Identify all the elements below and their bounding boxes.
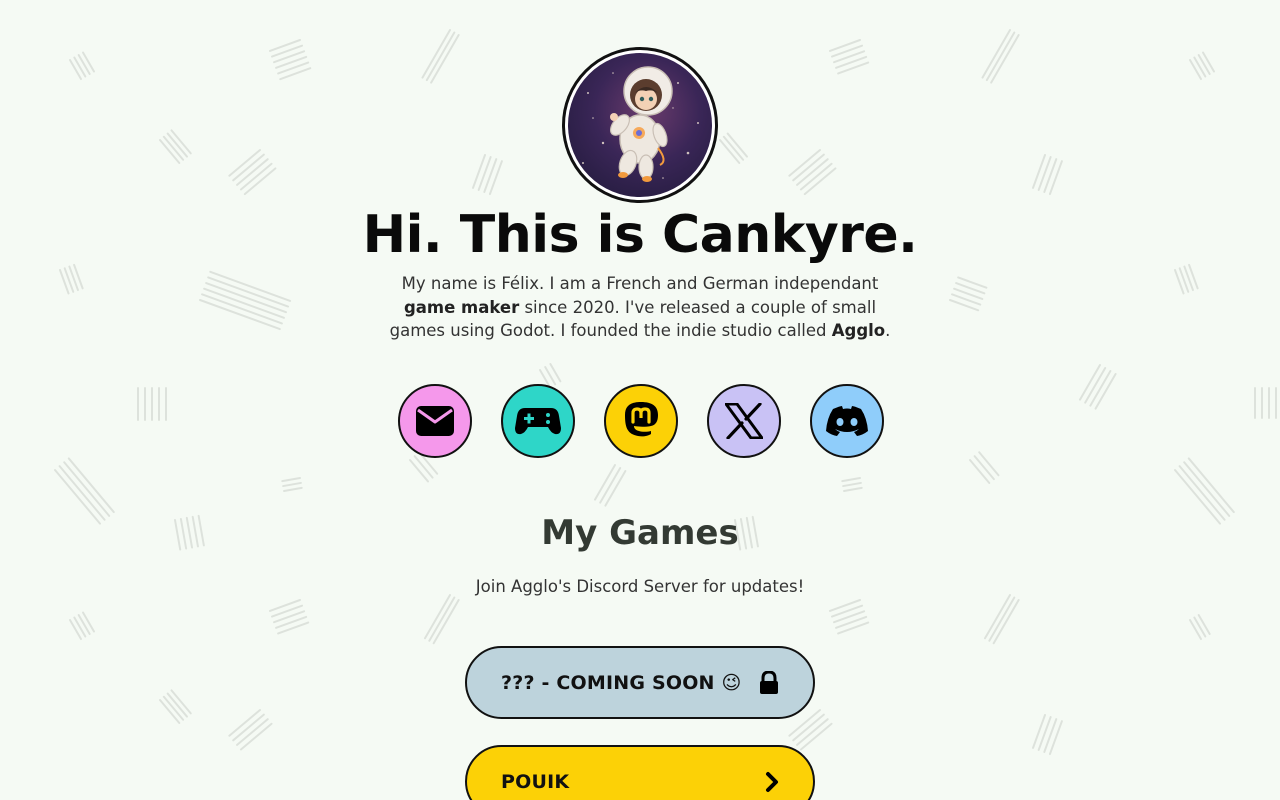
envelope-icon [416,406,454,436]
x-icon [725,403,763,439]
bio-part: . [885,321,891,340]
page-title: Hi. This is Cankyre. [362,205,918,265]
games-heading: My Games [541,513,739,553]
game-button-label: ??? - COMING SOON 😉 [501,671,742,694]
itch-link[interactable] [501,384,575,458]
bio-text: My name is Félix. I am a French and Germ… [380,272,900,343]
bio-highlight: Agglo [831,321,886,340]
discord-icon [826,406,868,436]
mastodon-link[interactable] [604,384,678,458]
email-link[interactable] [398,384,472,458]
gamepad-icon [515,408,561,435]
x-link[interactable] [707,384,781,458]
bio-part: My name is Félix. I am a French and Germ… [401,274,879,293]
page: Hi. This is Cankyre. My name is Félix. I… [0,0,1280,800]
games-subtitle: Join Agglo's Discord Server for updates! [475,577,805,596]
bio-highlight: game maker [403,297,520,317]
game-button-coming-soon[interactable]: ??? - COMING SOON 😉 [465,646,815,719]
mastodon-icon [625,402,658,437]
game-button-label: POUIK [501,770,570,793]
game-button-pouik[interactable]: POUIK [465,745,815,800]
lock-icon [760,670,778,694]
avatar [562,47,718,203]
chevron-right-icon [766,771,778,792]
discord-link[interactable] [810,384,884,458]
astronaut-avatar-image [568,53,712,197]
social-links [398,384,884,458]
